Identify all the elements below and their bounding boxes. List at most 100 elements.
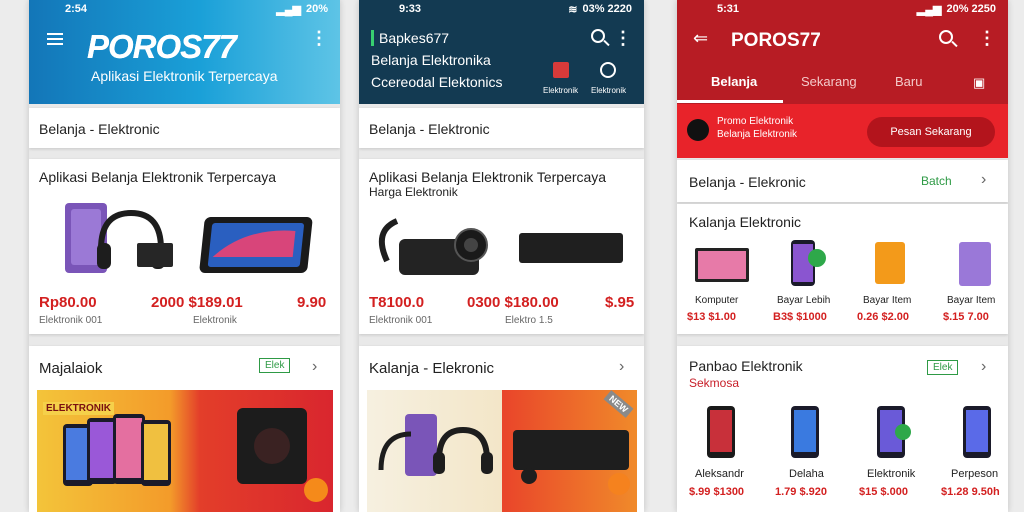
signal-icon: ▂▄▆: [916, 3, 942, 16]
product-illustrations: [65, 203, 313, 273]
tab-active-indicator: [677, 100, 783, 103]
item-name-1: Aleksandr: [695, 468, 744, 480]
product-grid-card-2: Panbao Elektronik Sekmosa Elek › Aleksan…: [677, 346, 1008, 512]
promo-logo-icon: [687, 119, 709, 141]
item-price-2: 1.79 $.920: [775, 486, 827, 498]
item-price-4: $1.28 9.50h: [941, 486, 1000, 498]
chevron-right-icon[interactable]: ›: [981, 171, 986, 189]
signal-icon: ▂▄▆: [276, 3, 301, 16]
case-thumb: [959, 242, 991, 286]
card-subtitle: Sekmosa: [689, 376, 740, 390]
category-row[interactable]: Belanja - Elekronic Batch ›: [677, 160, 1008, 202]
product-card-featured[interactable]: Aplikasi Belanja Elektronik Terpercaya R…: [29, 159, 340, 334]
cart-icon[interactable]: ▣: [973, 75, 985, 91]
item-name-4: Bayar Item: [947, 295, 996, 306]
card-title: Majalaiok: [39, 360, 103, 377]
app-header: 9:33 ≋ 03% 2220 Bapkes677 Belanja Elektro…: [359, 0, 644, 104]
promo-banner[interactable]: NEW: [367, 390, 637, 512]
price-sub-1: Elektronik 001: [369, 315, 433, 326]
wifi-icon: ≋: [568, 3, 578, 16]
battery-level: 20%: [305, 3, 328, 15]
status-bar: 2:54 ▂▄▆ 20%: [29, 0, 340, 18]
back-arrow-icon[interactable]: ⇐: [693, 28, 708, 49]
app-header: 5:31 ▂▄▆ 20% 2250 ⇐ POROS77 ⋮ Belanja Sek…: [677, 0, 1008, 104]
phone-thumbnails: [707, 406, 991, 458]
app-tagline: Aplikasi Elektronik Terpercaya: [91, 68, 278, 84]
price-3: 9.90: [297, 294, 327, 311]
item-name-4: Perpeson: [951, 468, 999, 480]
banner-phones-image: [63, 408, 328, 502]
see-all-link[interactable]: Batch: [921, 174, 952, 188]
router-product: [137, 243, 173, 267]
phone-screen-1: 2:54 ▂▄▆ 20% POROS77 Aplikasi Elektronik …: [29, 0, 340, 512]
app-subtitle-2: Ccereodal Elektonics: [371, 74, 503, 90]
product-card-featured[interactable]: Aplikasi Belanja Elektronik Terpercaya H…: [359, 159, 644, 334]
battery-level: 03% 2220: [582, 3, 632, 15]
category-title: Belanja - Elektronic: [39, 121, 160, 137]
search-icon-handle: [951, 40, 958, 48]
screen: 2:54 ▂▄▆ 20% POROS77 Aplikasi Elektronik …: [0, 0, 1024, 512]
price-2: 0300 $180.00: [467, 294, 559, 311]
item-name-2: Delaha: [789, 468, 824, 480]
product-grid-card: Kalanja Elektronic Komputer $13 $1.00 Ba…: [677, 204, 1008, 334]
product-thumbnails: [695, 240, 991, 286]
promo-banner[interactable]: ELEKTRONIK: [37, 390, 333, 512]
gadget-thumb: [875, 242, 905, 284]
icon-label-2: Elektronik: [591, 86, 627, 95]
price-1: T8100.0: [369, 294, 425, 311]
tab-belanja[interactable]: Belanja: [711, 74, 757, 89]
status-time: 2:54: [65, 3, 88, 15]
category-bar[interactable]: Belanja - Elektronic: [29, 108, 340, 148]
status-time: 5:31: [717, 3, 740, 15]
promo-card[interactable]: Majalaiok Elek › ELEKTRONIK: [29, 346, 340, 512]
app-header: 2:54 ▂▄▆ 20% POROS77 Aplikasi Elektronik …: [29, 0, 340, 104]
tab-sekarang[interactable]: Sekarang: [801, 74, 857, 89]
card-title: Kalanja - Elekronic: [369, 360, 495, 377]
gear-icon[interactable]: [600, 62, 616, 78]
price-3: $.95: [605, 294, 635, 311]
chevron-right-icon[interactable]: ›: [312, 358, 317, 376]
section-badge[interactable]: Elek: [927, 360, 959, 375]
router-product: [519, 233, 623, 263]
battery-level: 20% 2250: [946, 3, 996, 15]
headset-product: [378, 218, 399, 263]
status-time: 9:33: [399, 3, 422, 15]
price-sub-1: Elektronik 001: [39, 315, 103, 326]
banner-products-image: [378, 414, 630, 495]
more-options-icon[interactable]: ⋮: [614, 29, 632, 47]
more-options-icon[interactable]: ⋮: [978, 29, 996, 47]
item-name-3: Elektronik: [867, 468, 916, 480]
status-bar: 9:33 ≋ 03% 2220: [359, 0, 644, 18]
promo-strip: Promo Elektronik Belanja Elektronik Pesa…: [677, 104, 1008, 158]
chevron-right-icon[interactable]: ›: [619, 358, 624, 376]
more-options-icon[interactable]: ⋮: [310, 29, 328, 47]
search-icon-handle: [603, 39, 610, 47]
item-name-3: Bayar Item: [863, 295, 912, 306]
section-badge[interactable]: Elek: [259, 358, 291, 373]
tab-baru[interactable]: Baru: [895, 74, 922, 89]
menu-icon[interactable]: [47, 33, 63, 45]
item-price-1: $.99 $1300: [689, 486, 745, 498]
phone-screen-3: 5:31 ▂▄▆ 20% 2250 ⇐ POROS77 ⋮ Belanja Sek…: [677, 0, 1008, 512]
app-logo: POROS77: [731, 30, 821, 51]
icon-label-1: Elektronik: [543, 86, 579, 95]
item-price-2: B3$ $1000: [773, 311, 827, 323]
item-price-3: $15 $.000: [859, 486, 908, 498]
card-title: Aplikasi Belanja Elektronik Terpercaya: [39, 169, 277, 185]
promo-card[interactable]: Kalanja - Elekronic › NEW: [359, 346, 644, 512]
category-bar[interactable]: Belanja - Elektronic: [359, 108, 644, 148]
bag-icon[interactable]: [553, 62, 569, 78]
price-1: Rp80.00: [39, 294, 97, 311]
item-name-2: Bayar Lebih: [777, 295, 831, 306]
tab-bar: Belanja Sekarang Baru ▣: [677, 66, 1008, 104]
chevron-right-icon[interactable]: ›: [981, 358, 986, 376]
price-sub-2: Elektronik: [193, 315, 237, 326]
promo-line-1: Promo Elektronik: [717, 116, 794, 127]
order-now-button[interactable]: Pesan Sekarang: [867, 117, 995, 147]
phone-screen-2: 9:33 ≋ 03% 2220 Bapkes677 Belanja Elektro…: [359, 0, 644, 512]
item-price-1: $13 $1.00: [687, 311, 736, 323]
item-price-3: 0.26 $2.00: [857, 311, 909, 323]
category-title: Belanja - Elektronic: [369, 121, 490, 137]
app-subtitle-1: Belanja Elektronika: [371, 52, 491, 68]
status-bar: 5:31 ▂▄▆ 20% 2250: [677, 0, 1008, 18]
